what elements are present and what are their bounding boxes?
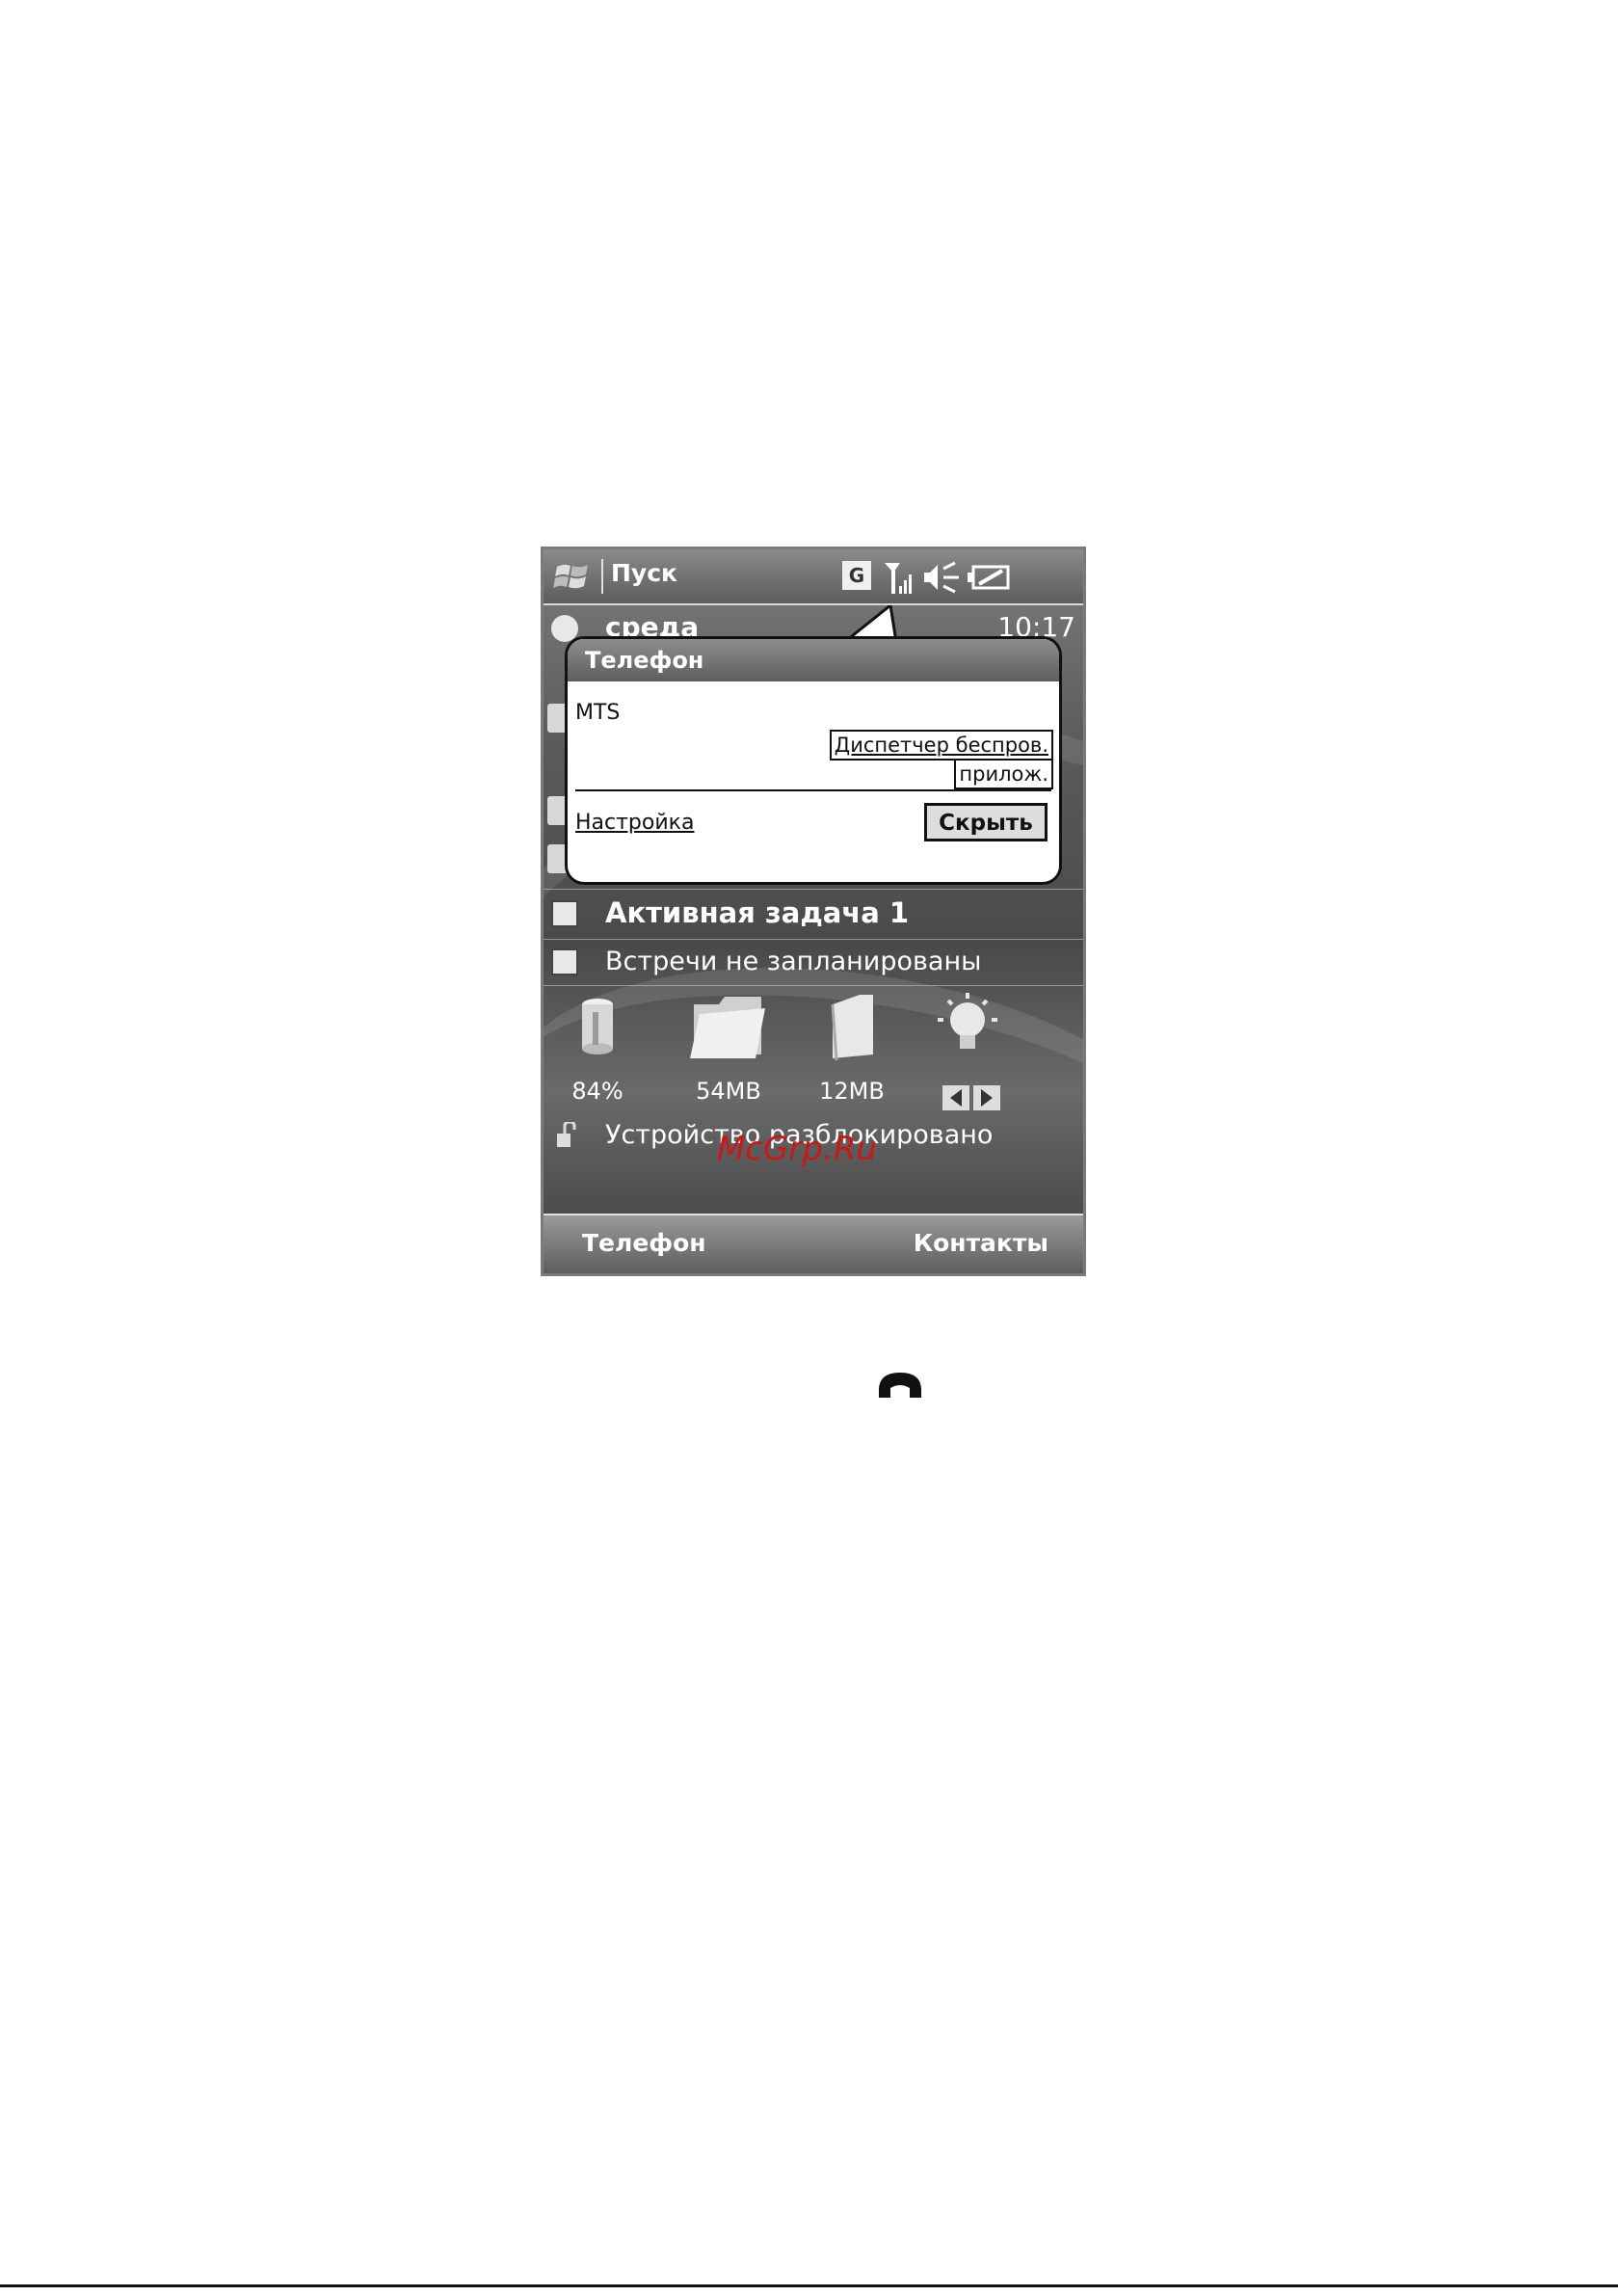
calendar-row[interactable]: Встречи не запланированы — [544, 941, 1083, 983]
storage-gadget[interactable]: 54MB — [690, 991, 767, 1105]
row-divider — [544, 889, 1083, 890]
settings-link[interactable]: Настройка — [575, 811, 694, 835]
status-gadgets: 84% 54MB 12MB — [544, 991, 1083, 1110]
page-bottom-rule — [0, 2284, 1618, 2287]
lightbulb-icon — [938, 993, 997, 1049]
row-divider — [544, 985, 1083, 986]
backlight-gadget[interactable] — [929, 991, 1006, 1072]
windows-flag-icon[interactable] — [553, 557, 592, 596]
storage-value: 54MB — [696, 1078, 761, 1105]
task-checkbox-icon — [551, 900, 578, 927]
unlock-icon — [557, 1122, 576, 1147]
phone-handset-icon — [879, 1373, 921, 1398]
watermark: McGrp.Ru — [717, 1130, 877, 1168]
next-arrow-icon[interactable] — [973, 1085, 1000, 1110]
battery-gadget[interactable]: 84% — [559, 991, 636, 1105]
row-divider — [544, 939, 1083, 940]
tasks-row[interactable]: Активная задача 1 — [544, 893, 1083, 937]
gprs-badge: G — [842, 561, 871, 590]
softkey-phone[interactable]: Телефон — [582, 1229, 706, 1257]
signal-icon[interactable] — [883, 559, 917, 598]
storage-card-icon — [831, 995, 873, 1061]
popup-divider — [575, 789, 1051, 791]
wireless-manager-link[interactable]: Диспетчер беспров. — [829, 730, 1053, 761]
softkey-contacts[interactable]: Контакты — [914, 1229, 1048, 1257]
calendar-icon — [551, 948, 578, 975]
card-gadget[interactable]: 12MB — [813, 991, 890, 1105]
popup-title: Телефон — [585, 647, 704, 674]
battery-icon[interactable] — [968, 565, 1010, 590]
start-menu-button[interactable]: Пуск — [611, 559, 677, 587]
operator-name: MTS — [575, 701, 621, 725]
hide-button[interactable]: Скрыть — [924, 803, 1048, 841]
wireless-manager-link-cont[interactable]: прилож. — [954, 759, 1053, 789]
battery-cell-icon — [582, 999, 613, 1055]
appointments-label: Встречи не запланированы — [605, 947, 982, 976]
active-task-label: Активная задача 1 — [605, 896, 910, 929]
phone-notification-popup: Телефон MTS Диспетчер беспров. прилож. Н… — [565, 636, 1062, 885]
device-screen: Пуск G среда 10:17 Телефон MTS Диспетчер… — [541, 547, 1086, 1276]
previous-arrow-icon[interactable] — [942, 1085, 969, 1110]
start-separator — [601, 559, 603, 594]
popup-header: Телефон — [568, 639, 1059, 681]
softkey-bar: Телефон Контакты — [544, 1214, 1083, 1273]
card-value: 12MB — [819, 1078, 885, 1105]
start-bar: Пуск G — [544, 549, 1083, 605]
battery-value: 84% — [571, 1078, 623, 1105]
folder-icon — [690, 997, 765, 1058]
volume-icon[interactable] — [922, 561, 963, 594]
